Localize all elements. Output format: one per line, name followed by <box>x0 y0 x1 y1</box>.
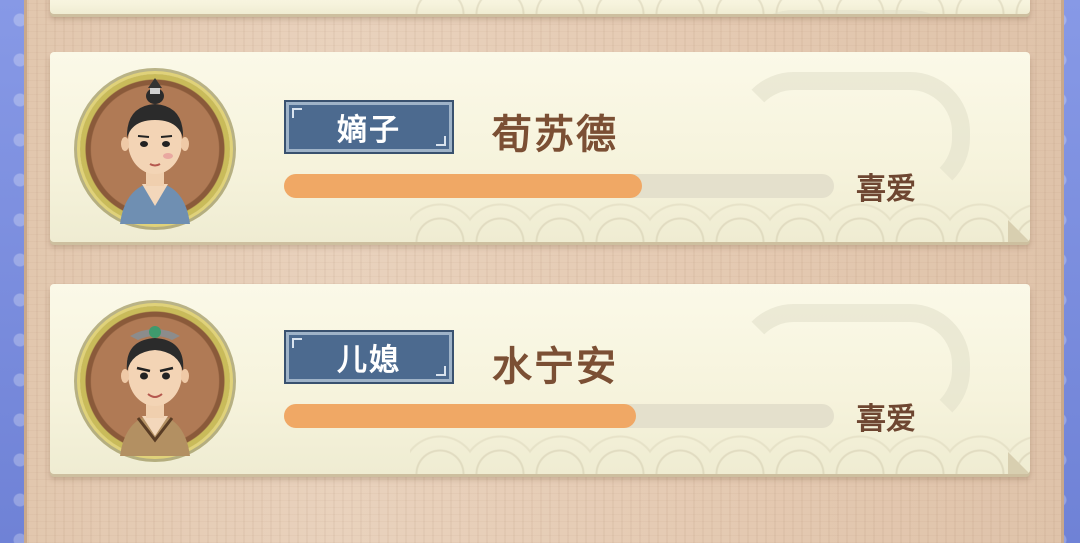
relation-title-badge: 儿媳 <box>284 330 454 384</box>
affinity-bar <box>284 404 834 428</box>
affinity-status: 喜爱 <box>856 172 916 207</box>
member-name: 水宁安 <box>492 344 618 390</box>
family-member-card-previous[interactable] <box>50 0 1030 14</box>
family-member-card[interactable]: 儿媳 水宁安 喜爱 <box>50 284 1030 474</box>
avatar[interactable] <box>72 296 240 464</box>
family-member-card[interactable]: 嫡子 荀苏德 喜爱 <box>50 52 1030 242</box>
card-corner-fold <box>1008 452 1030 474</box>
card-corner-fold <box>1008 220 1030 242</box>
noble-youth-portrait-icon <box>120 78 190 224</box>
relation-title-badge: 嫡子 <box>284 100 454 154</box>
affinity-status: 喜爱 <box>856 402 916 437</box>
affinity-bar-fill <box>284 174 642 198</box>
affinity-bar-fill <box>284 404 636 428</box>
member-name: 荀苏德 <box>492 112 618 158</box>
affinity-bar <box>284 174 834 198</box>
avatar[interactable] <box>72 64 240 232</box>
young-woman-portrait-icon <box>120 326 190 456</box>
